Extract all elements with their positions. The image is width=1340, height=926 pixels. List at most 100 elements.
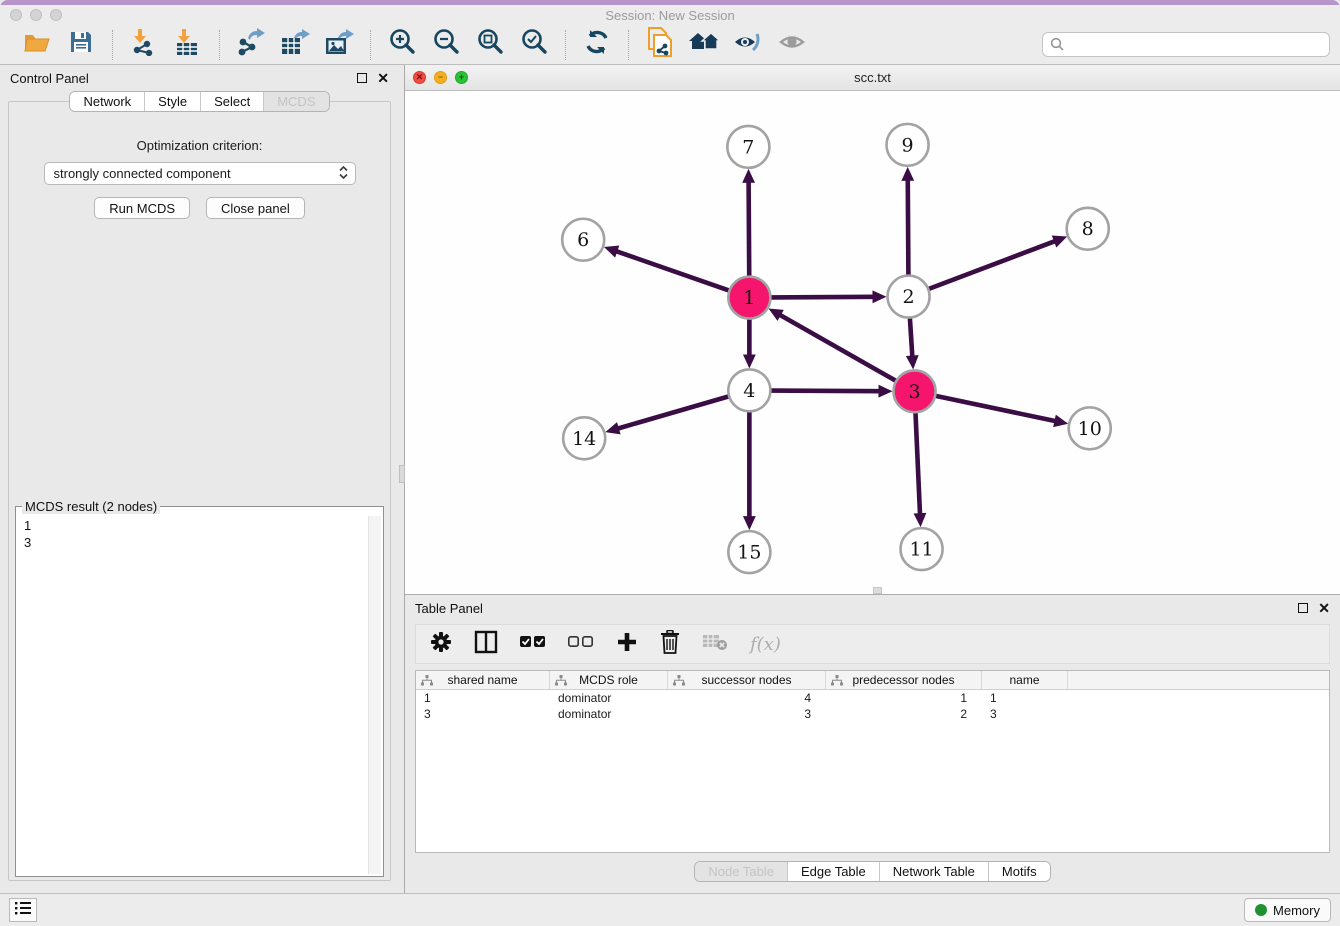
save-floppy-icon [69, 30, 93, 59]
graph-edge[interactable] [770, 297, 875, 298]
toggle-panel-layout-button[interactable] [474, 630, 498, 659]
tab-motifs[interactable]: Motifs [988, 862, 1050, 881]
show-all-button[interactable] [775, 29, 809, 61]
column-header-shared-name[interactable]: shared name [416, 671, 550, 689]
export-image-button[interactable] [322, 29, 356, 61]
hide-selected-button[interactable] [731, 29, 765, 61]
table-row[interactable]: 3 dominator 3 2 3 [416, 706, 1329, 722]
cell-mcds-role: dominator [550, 707, 668, 721]
column-header-name[interactable]: name [982, 671, 1068, 689]
graph-edge[interactable] [915, 412, 920, 516]
first-neighbors-button[interactable] [687, 29, 721, 61]
tab-select[interactable]: Select [200, 92, 263, 111]
table-delete-icon [702, 633, 728, 656]
tab-network-table[interactable]: Network Table [879, 862, 988, 881]
graph-edge-arrowhead [1053, 415, 1068, 427]
graph-edge[interactable] [749, 180, 750, 277]
close-panel-button[interactable]: Close panel [206, 197, 305, 219]
table-row[interactable]: 1 dominator 4 1 1 [416, 690, 1329, 706]
graph-edge[interactable] [928, 240, 1057, 289]
close-panel-icon[interactable]: ✕ [377, 73, 389, 83]
graph-edge-arrowhead [604, 246, 619, 258]
tab-edge-table[interactable]: Edge Table [787, 862, 879, 881]
search-icon [1050, 37, 1064, 56]
import-network-button[interactable] [127, 29, 161, 61]
tab-style[interactable]: Style [144, 92, 200, 111]
app-window: Session: New Session [0, 0, 1340, 926]
graph-node-label: 3 [908, 381, 920, 403]
mcds-result-item[interactable]: 1 [24, 517, 375, 534]
result-scrollbar[interactable] [368, 516, 381, 874]
toolbar-separator [565, 30, 566, 60]
network-canvas[interactable]: 7968124314101511 [405, 91, 1340, 594]
graph-node-label: 9 [901, 134, 913, 156]
graph-node-label: 7 [742, 136, 754, 158]
zoom-out-icon [432, 28, 460, 61]
graph-edge[interactable] [778, 314, 896, 381]
new-network-from-selection-button[interactable] [643, 29, 677, 61]
delete-table-button[interactable] [702, 633, 728, 656]
memory-button[interactable]: Memory [1244, 898, 1331, 922]
zoom-in-icon [388, 28, 416, 61]
zoom-out-button[interactable] [429, 29, 463, 61]
cell-shared-name: 3 [416, 707, 550, 721]
column-type-icon [421, 675, 433, 689]
save-session-button[interactable] [64, 29, 98, 61]
select-all-columns-button[interactable] [520, 635, 546, 653]
table-settings-button[interactable] [430, 631, 452, 658]
graph-edge[interactable] [616, 396, 729, 429]
cell-shared-name: 1 [416, 691, 550, 705]
table-panel-header: Table Panel ✕ [405, 595, 1340, 621]
zoom-in-button[interactable] [385, 29, 419, 61]
graph-edge[interactable] [908, 178, 909, 276]
function-builder-button[interactable]: f(x) [750, 634, 781, 655]
column-header-mcds-role[interactable]: MCDS role [550, 671, 668, 689]
delete-column-button[interactable] [660, 630, 680, 659]
float-table-panel-icon[interactable] [1298, 603, 1308, 613]
export-table-icon [280, 28, 310, 61]
search-input[interactable] [1042, 32, 1330, 57]
import-table-button[interactable] [171, 29, 205, 61]
status-bar: Memory [0, 893, 1340, 926]
graph-edge-arrowhead [914, 513, 927, 527]
task-history-button[interactable] [9, 898, 37, 922]
tab-mcds[interactable]: MCDS [263, 92, 328, 111]
graph-edge[interactable] [935, 396, 1057, 422]
deselect-all-columns-button[interactable] [568, 635, 594, 653]
column-type-icon [673, 675, 685, 689]
table-panel-title: Table Panel [415, 601, 483, 616]
cell-successor-nodes: 3 [668, 707, 826, 721]
graph-edge-arrowhead [1052, 236, 1067, 248]
graph-edge[interactable] [910, 318, 913, 359]
float-panel-icon[interactable] [357, 73, 367, 83]
import-network-icon [130, 28, 158, 61]
trash-icon [660, 630, 680, 659]
create-column-button[interactable] [616, 631, 638, 658]
column-header-successor-nodes[interactable]: successor nodes [668, 671, 826, 689]
graph-node-label: 1 [743, 287, 755, 309]
toolbar-separator [112, 30, 113, 60]
canvas-resize-grip[interactable] [873, 587, 882, 594]
graph-node-label: 4 [743, 380, 755, 402]
mcds-result-item[interactable]: 3 [24, 534, 375, 551]
export-table-button[interactable] [278, 29, 312, 61]
graph-edge[interactable] [614, 251, 729, 291]
cell-predecessor-nodes: 1 [826, 691, 982, 705]
open-folder-icon [23, 30, 51, 59]
zoom-selected-button[interactable] [517, 29, 551, 61]
houses-icon [688, 29, 720, 60]
apply-layout-button[interactable] [580, 29, 614, 61]
run-mcds-button[interactable]: Run MCDS [94, 197, 190, 219]
optimization-criterion-select[interactable]: strongly connected component [44, 162, 356, 185]
graph-edge[interactable] [770, 391, 881, 392]
gear-icon [430, 631, 452, 658]
tab-network[interactable]: Network [70, 92, 144, 111]
export-network-button[interactable] [234, 29, 268, 61]
zoom-fit-icon [476, 28, 504, 61]
list-icon [15, 901, 31, 920]
open-session-button[interactable] [20, 29, 54, 61]
column-header-predecessor-nodes[interactable]: predecessor nodes [826, 671, 982, 689]
zoom-fit-button[interactable] [473, 29, 507, 61]
close-table-panel-icon[interactable]: ✕ [1318, 603, 1330, 613]
tab-node-table[interactable]: Node Table [695, 862, 787, 881]
